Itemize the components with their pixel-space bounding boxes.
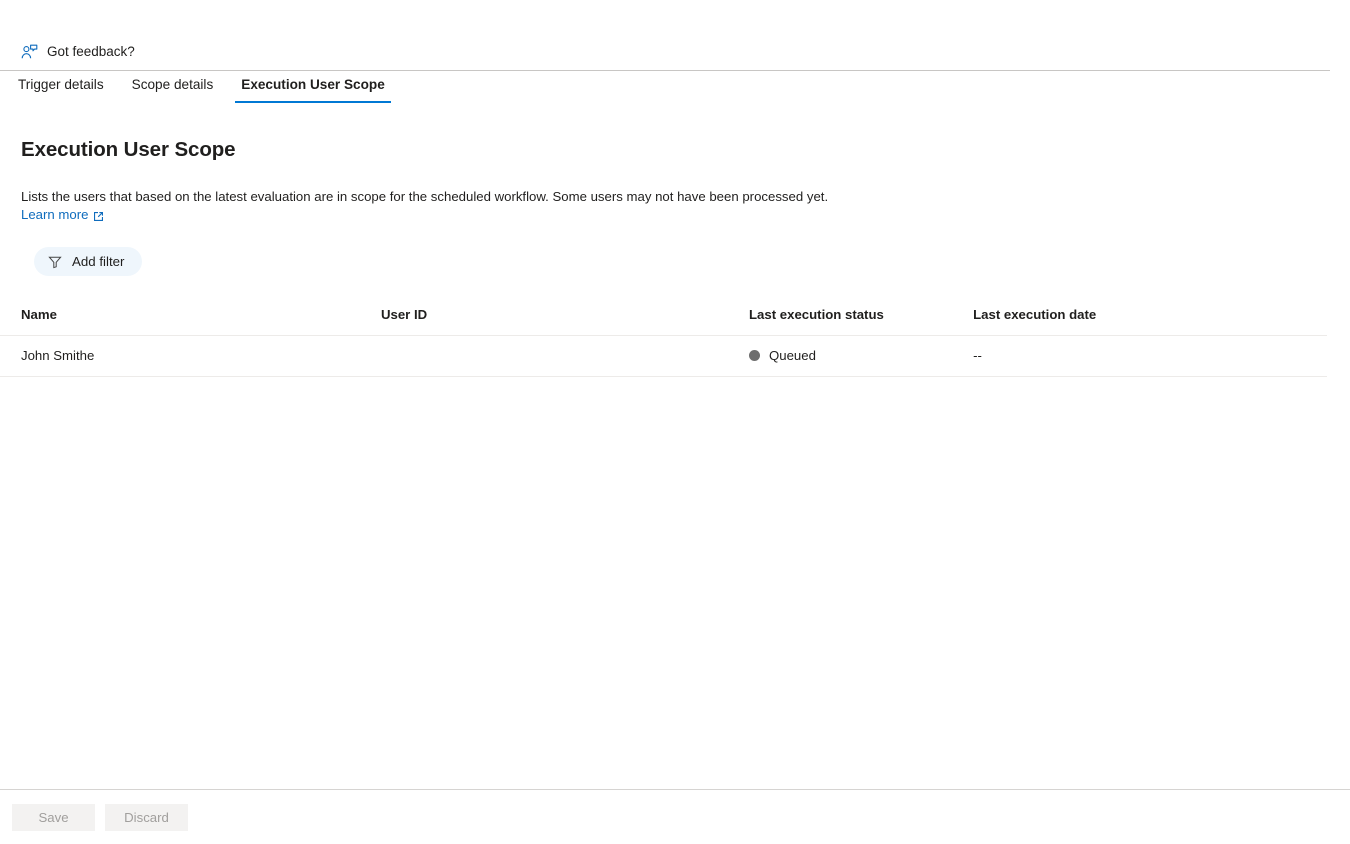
discard-button[interactable]: Discard bbox=[105, 803, 188, 831]
learn-more-link[interactable]: Learn more bbox=[21, 207, 88, 222]
cell-user-id bbox=[380, 335, 749, 378]
user-id-value bbox=[381, 350, 541, 360]
table-row[interactable]: John Smithe Queued -- bbox=[0, 335, 1327, 378]
got-feedback-label: Got feedback? bbox=[47, 44, 135, 60]
column-header-name[interactable]: Name bbox=[0, 307, 381, 337]
status-label: Queued bbox=[769, 348, 816, 364]
table-head: Name User ID Last execution status Last … bbox=[0, 307, 1327, 337]
add-filter-label: Add filter bbox=[72, 254, 125, 270]
status-dot-icon bbox=[749, 350, 760, 362]
funnel-icon bbox=[48, 255, 62, 269]
save-button[interactable]: Save bbox=[12, 803, 95, 831]
main-content: Execution User Scope Lists the users tha… bbox=[0, 107, 1350, 378]
tab-bar: Trigger details Scope details Execution … bbox=[0, 71, 1350, 107]
status-badge: Queued bbox=[749, 348, 973, 363]
cell-name: John Smithe bbox=[0, 335, 381, 378]
cell-last-execution-status: Queued bbox=[749, 335, 974, 378]
got-feedback-link[interactable]: Got feedback? bbox=[21, 44, 135, 61]
add-filter-button[interactable]: Add filter bbox=[34, 247, 143, 277]
page-title: Execution User Scope bbox=[21, 138, 236, 161]
table-header-row: Name User ID Last execution status Last … bbox=[0, 307, 1327, 337]
execution-user-scope-table: Name User ID Last execution status Last … bbox=[0, 307, 1327, 378]
column-header-user-id[interactable]: User ID bbox=[380, 307, 749, 337]
external-link-icon bbox=[93, 209, 104, 222]
footer-action-bar: Save Discard bbox=[0, 790, 1350, 844]
column-header-last-execution-date[interactable]: Last execution date bbox=[973, 307, 1327, 337]
table-body: John Smithe Queued -- bbox=[0, 335, 1327, 378]
page-description: Lists the users that based on the latest… bbox=[21, 189, 829, 204]
filter-toolbar: Add filter bbox=[34, 247, 1350, 277]
tab-execution-user-scope[interactable]: Execution User Scope bbox=[227, 71, 399, 103]
learn-more-container: Learn more bbox=[21, 207, 104, 222]
tab-trigger-details[interactable]: Trigger details bbox=[4, 71, 118, 103]
feedback-bar: Got feedback? bbox=[0, 34, 1350, 70]
tab-scope-details[interactable]: Scope details bbox=[118, 71, 228, 103]
execution-user-scope-page: Got feedback? Trigger details Scope deta… bbox=[0, 0, 1350, 844]
cell-last-execution-date: -- bbox=[973, 335, 1327, 378]
person-feedback-icon bbox=[21, 44, 38, 61]
users-table-container: Name User ID Last execution status Last … bbox=[0, 307, 1327, 378]
column-header-last-execution-status[interactable]: Last execution status bbox=[749, 307, 974, 337]
